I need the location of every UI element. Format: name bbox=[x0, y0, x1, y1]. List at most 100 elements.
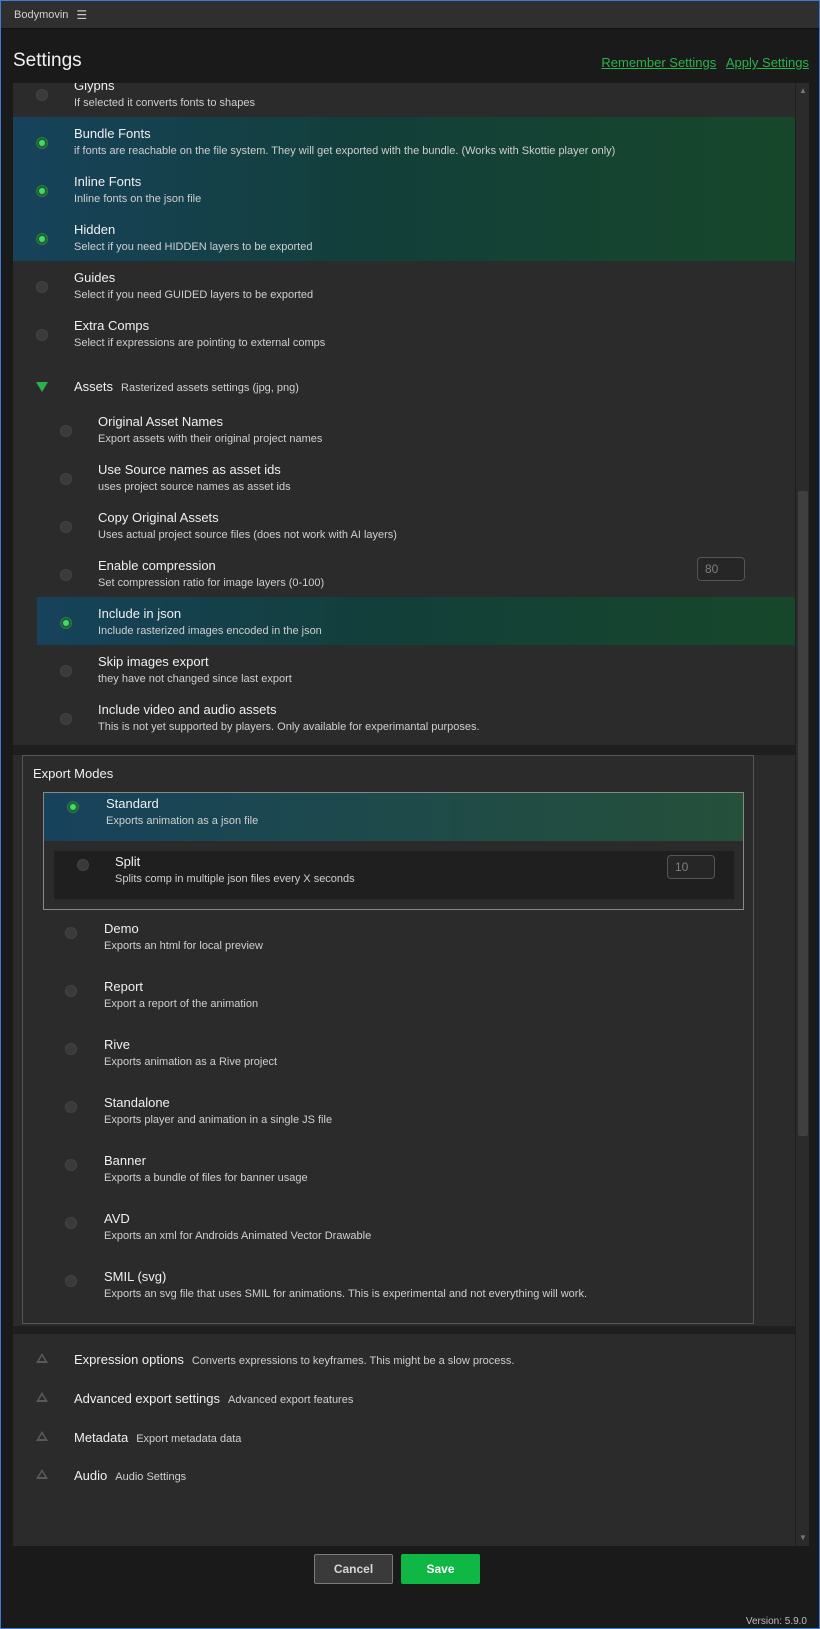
title-bar: Bodymovin ☰ bbox=[1, 1, 819, 29]
skip-images-radio[interactable] bbox=[60, 665, 72, 677]
split-radio[interactable] bbox=[77, 859, 89, 871]
export-mode-split[interactable]: Split Splits comp in multiple json files… bbox=[54, 851, 734, 899]
option-label: Hidden bbox=[74, 222, 116, 237]
option-hidden[interactable]: Hidden Select if you need HIDDEN layers … bbox=[13, 213, 795, 261]
asset-option-include-json[interactable]: Include in json Include rasterized image… bbox=[37, 597, 795, 645]
expression-options-desc: Converts expressions to keyframes. This … bbox=[191, 1355, 515, 1367]
mode-label: Rive bbox=[104, 1037, 131, 1052]
export-mode-demo[interactable]: Demo Exports an html for local preview bbox=[23, 917, 753, 965]
assets-label: Assets bbox=[74, 379, 114, 394]
assets-section-header[interactable]: Assets Rasterized assets settings (jpg, p… bbox=[13, 368, 795, 406]
report-radio[interactable] bbox=[65, 985, 77, 997]
scrollbar-thumb[interactable] bbox=[798, 491, 808, 1136]
save-button[interactable]: Save bbox=[401, 1554, 480, 1584]
collapsed-triangle-icon[interactable] bbox=[36, 1392, 48, 1402]
original-names-radio[interactable] bbox=[60, 425, 72, 437]
asset-option-compression[interactable]: Enable compression Set compression ratio… bbox=[13, 549, 795, 597]
export-mode-rive[interactable]: Rive Exports animation as a Rive project bbox=[23, 1033, 753, 1081]
cancel-button[interactable]: Cancel bbox=[314, 1554, 393, 1584]
asset-option-copy-original[interactable]: Copy Original Assets Uses actual project… bbox=[13, 501, 795, 549]
include-json-radio[interactable] bbox=[60, 617, 72, 629]
collapsed-triangle-icon[interactable] bbox=[36, 1469, 48, 1479]
option-desc: Inline fonts on the json file bbox=[74, 193, 202, 205]
settings-scroll-area[interactable]: Glyphs If selected it converts fonts to … bbox=[13, 83, 795, 1546]
section-label: Expression options Converts expressions t… bbox=[74, 1352, 514, 1367]
assets-desc: Rasterized assets settings (jpg, png) bbox=[121, 382, 299, 394]
mode-label: Split bbox=[115, 854, 141, 869]
option-desc: if fonts are reachable on the file syste… bbox=[74, 145, 616, 157]
asset-option-skip-images[interactable]: Skip images export they have not changed… bbox=[13, 645, 795, 693]
option-extra-comps[interactable]: Extra Comps Select if expressions are po… bbox=[13, 309, 795, 357]
avd-radio[interactable] bbox=[65, 1217, 77, 1229]
smil-radio[interactable] bbox=[65, 1275, 77, 1287]
section-metadata[interactable]: Metadata Export metadata data bbox=[13, 1419, 795, 1457]
hamburger-menu-icon[interactable]: ☰ bbox=[76, 8, 87, 22]
collapsed-triangle-icon[interactable] bbox=[36, 1431, 48, 1441]
remember-settings-link[interactable]: Remember Settings bbox=[601, 55, 716, 70]
mode-desc: Export a report of the animation bbox=[104, 998, 259, 1010]
option-glyphs[interactable]: Glyphs If selected it converts fonts to … bbox=[13, 83, 795, 117]
option-label: Include video and audio assets bbox=[98, 702, 277, 717]
advanced-export-label: Advanced export settings bbox=[74, 1391, 220, 1406]
option-label: Original Asset Names bbox=[98, 414, 223, 429]
export-mode-banner[interactable]: Banner Exports a bundle of files for ban… bbox=[23, 1149, 753, 1197]
mode-desc: Exports animation as a Rive project bbox=[104, 1056, 278, 1068]
option-desc: Select if you need GUIDED layers to be e… bbox=[74, 289, 314, 301]
banner-radio[interactable] bbox=[65, 1159, 77, 1171]
compression-radio[interactable] bbox=[60, 569, 72, 581]
section-label: Assets Rasterized assets settings (jpg, p… bbox=[74, 379, 299, 394]
asset-option-video-audio[interactable]: Include video and audio assets This is n… bbox=[13, 693, 795, 741]
scroll-up-arrow-icon[interactable]: ▲ bbox=[798, 85, 808, 97]
section-expression-options[interactable]: Expression options Converts expressions t… bbox=[13, 1341, 795, 1379]
option-inline-fonts[interactable]: Inline Fonts Inline fonts on the json fi… bbox=[13, 165, 795, 213]
option-desc: Select if expressions are pointing to ex… bbox=[74, 337, 326, 349]
mode-desc: Exports an xml for Androids Animated Vec… bbox=[104, 1230, 372, 1242]
option-bundle-fonts[interactable]: Bundle Fonts if fonts are reachable on t… bbox=[13, 117, 795, 165]
split-seconds-input[interactable] bbox=[667, 855, 715, 879]
standard-mode-group: Standard Exports animation as a json fil… bbox=[43, 792, 744, 910]
option-desc: they have not changed since last export bbox=[98, 673, 292, 685]
asset-option-original-names[interactable]: Original Asset Names Export assets with … bbox=[13, 405, 795, 453]
option-desc: Set compression ratio for image layers (… bbox=[98, 577, 325, 589]
demo-radio[interactable] bbox=[65, 927, 77, 939]
video-audio-radio[interactable] bbox=[60, 713, 72, 725]
export-modes-panel: Export Modes Standard Exports animation … bbox=[22, 755, 754, 1324]
option-desc: Export assets with their original projec… bbox=[98, 433, 323, 445]
collapsed-triangle-icon[interactable] bbox=[36, 1353, 48, 1363]
section-label: Metadata Export metadata data bbox=[74, 1430, 241, 1445]
section-advanced-export[interactable]: Advanced export settings Advanced export … bbox=[13, 1380, 795, 1418]
option-desc: If selected it converts fonts to shapes bbox=[74, 97, 255, 109]
source-names-radio[interactable] bbox=[60, 473, 72, 485]
export-mode-standalone[interactable]: Standalone Exports player and animation … bbox=[23, 1091, 753, 1139]
apply-settings-link[interactable]: Apply Settings bbox=[726, 55, 809, 70]
option-desc: This is not yet supported by players. On… bbox=[98, 721, 480, 733]
section-audio[interactable]: Audio Audio Settings bbox=[13, 1457, 795, 1495]
scroll-down-arrow-icon[interactable]: ▼ bbox=[798, 1532, 808, 1544]
version-label: Version: 5.9.0 bbox=[745, 1616, 807, 1627]
standalone-radio[interactable] bbox=[65, 1101, 77, 1113]
expand-triangle-icon[interactable] bbox=[36, 382, 48, 392]
rive-radio[interactable] bbox=[65, 1043, 77, 1055]
export-mode-report[interactable]: Report Export a report of the animation bbox=[23, 975, 753, 1023]
asset-option-source-names[interactable]: Use Source names as asset ids uses proje… bbox=[13, 453, 795, 501]
bundle-fonts-radio[interactable] bbox=[36, 137, 48, 149]
export-mode-avd[interactable]: AVD Exports an xml for Androids Animated… bbox=[23, 1207, 753, 1255]
hidden-radio[interactable] bbox=[36, 233, 48, 245]
mode-label: Banner bbox=[104, 1153, 146, 1168]
standard-radio[interactable] bbox=[67, 801, 79, 813]
page-title: Settings bbox=[13, 50, 82, 71]
inline-fonts-radio[interactable] bbox=[36, 185, 48, 197]
export-mode-standard[interactable]: Standard Exports animation as a json fil… bbox=[44, 793, 743, 841]
glyphs-radio[interactable] bbox=[36, 89, 48, 101]
audio-desc: Audio Settings bbox=[115, 1471, 187, 1483]
mode-label: AVD bbox=[104, 1211, 130, 1226]
option-desc: Select if you need HIDDEN layers to be e… bbox=[74, 241, 313, 253]
extra-comps-radio[interactable] bbox=[36, 329, 48, 341]
option-guides[interactable]: Guides Select if you need GUIDED layers … bbox=[13, 261, 795, 309]
guides-radio[interactable] bbox=[36, 281, 48, 293]
option-desc: uses project source names as asset ids bbox=[98, 481, 291, 493]
copy-original-radio[interactable] bbox=[60, 521, 72, 533]
compression-input[interactable] bbox=[697, 557, 745, 581]
vertical-scrollbar[interactable]: ▲ ▼ bbox=[795, 83, 809, 1546]
export-mode-smil[interactable]: SMIL (svg) Exports an svg file that uses… bbox=[23, 1265, 753, 1313]
